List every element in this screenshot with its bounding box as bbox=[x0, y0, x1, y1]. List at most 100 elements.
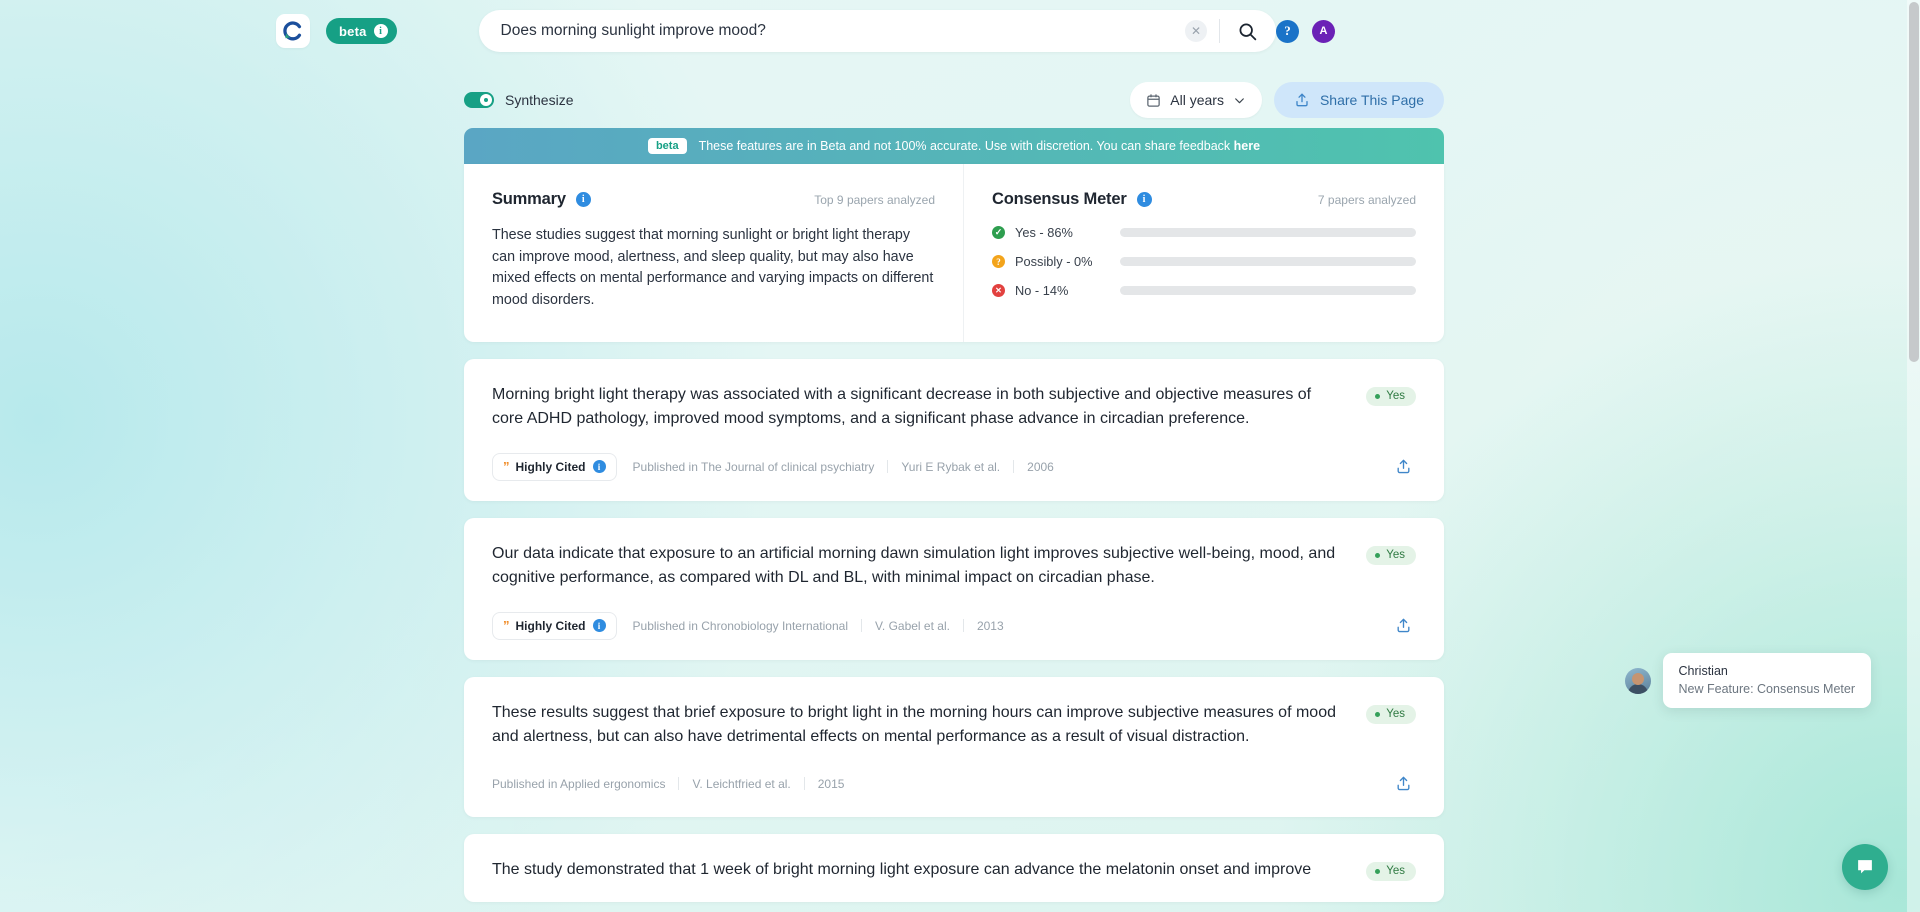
feedback-link[interactable]: here bbox=[1234, 139, 1260, 153]
beta-badge[interactable]: beta i bbox=[326, 18, 397, 44]
scrollbar-thumb[interactable] bbox=[1909, 2, 1919, 362]
result-claim: Our data indicate that exposure to an ar… bbox=[492, 544, 1336, 586]
authors: Yuri E Rybak et al. bbox=[901, 459, 1001, 474]
share-result-button[interactable] bbox=[1390, 771, 1416, 797]
share-result-button[interactable] bbox=[1390, 613, 1416, 639]
divider bbox=[678, 777, 680, 791]
verdict-label: Yes bbox=[1386, 390, 1405, 403]
highly-cited-badge[interactable]: ” Highly Cited i bbox=[492, 611, 617, 640]
synthesize-label: Synthesize bbox=[505, 92, 574, 108]
search-icon[interactable] bbox=[1234, 18, 1260, 44]
search-input[interactable] bbox=[500, 22, 1185, 40]
help-icon[interactable]: ? bbox=[1276, 19, 1299, 43]
chat-message: New Feature: Consensus Meter bbox=[1678, 682, 1855, 696]
consensus-row-no: ✕ No - 14% bbox=[992, 283, 1416, 298]
result-claim: The study demonstrated that 1 week of br… bbox=[492, 860, 1312, 878]
consensus-bar-possibly bbox=[1120, 257, 1416, 266]
verdict-label: Yes bbox=[1386, 708, 1405, 721]
divider bbox=[1219, 19, 1220, 43]
consensus-bar-no bbox=[1120, 286, 1416, 295]
result-card[interactable]: Morning bright light therapy was associa… bbox=[464, 358, 1444, 501]
result-card[interactable]: These results suggest that brief exposur… bbox=[464, 676, 1444, 817]
result-card-top: The study demonstrated that 1 week of br… bbox=[492, 858, 1416, 882]
x-circle-icon: ✕ bbox=[992, 284, 1005, 297]
journal-name: Published in Chronobiology International bbox=[632, 618, 848, 633]
insights-panel: Summary i Top 9 papers analyzed These st… bbox=[464, 164, 1444, 342]
share-result-button[interactable] bbox=[1390, 454, 1416, 480]
consensus-count: 7 papers analyzed bbox=[1317, 192, 1416, 207]
publication-year: 2015 bbox=[817, 776, 845, 791]
result-card-top: Morning bright light therapy was associa… bbox=[492, 383, 1416, 431]
beta-banner-text: These features are in Beta and not 100% … bbox=[698, 139, 1261, 153]
highly-cited-badge[interactable]: ” Highly Cited i bbox=[492, 452, 617, 481]
avatar[interactable]: A bbox=[1312, 19, 1335, 43]
result-card-meta: Published in Applied ergonomics V. Leicht… bbox=[492, 771, 1416, 797]
result-claim: These results suggest that brief exposur… bbox=[492, 703, 1336, 745]
logo-c-icon bbox=[283, 21, 302, 41]
share-this-page-label: Share This Page bbox=[1319, 92, 1424, 108]
verdict-label: Yes bbox=[1386, 865, 1405, 878]
verdict-badge: Yes bbox=[1366, 861, 1416, 881]
highly-cited-label: Highly Cited bbox=[515, 618, 586, 633]
consensus-row-possibly: ? Possibly - 0% bbox=[992, 254, 1416, 269]
info-icon[interactable]: i bbox=[592, 460, 606, 474]
main-column: Synthesize All years Share This Page bet… bbox=[464, 72, 1444, 902]
search-bar[interactable]: ✕ bbox=[478, 10, 1276, 52]
result-card-top: Our data indicate that exposure to an ar… bbox=[492, 542, 1416, 590]
result-card[interactable]: The study demonstrated that 1 week of br… bbox=[464, 833, 1444, 902]
info-icon[interactable]: i bbox=[592, 619, 606, 633]
chat-notification[interactable]: Christian New Feature: Consensus Meter bbox=[1624, 653, 1871, 708]
chat-agent-avatar bbox=[1624, 667, 1651, 694]
chat-launcher-button[interactable] bbox=[1842, 844, 1888, 890]
verdict-badge: Yes bbox=[1366, 704, 1416, 724]
year-filter-label: All years bbox=[1170, 92, 1224, 108]
result-card-meta: ” Highly Cited i Published in Chronobiology… bbox=[492, 611, 1416, 640]
share-this-page-button[interactable]: Share This Page bbox=[1273, 82, 1444, 118]
close-icon[interactable]: ✕ bbox=[1185, 20, 1207, 42]
publication-year: 2013 bbox=[976, 618, 1004, 633]
consensus-panel: Consensus Meter i 7 papers analyzed ✓ Ye… bbox=[964, 164, 1444, 342]
result-card[interactable]: Our data indicate that exposure to an ar… bbox=[464, 517, 1444, 660]
divider bbox=[803, 777, 805, 791]
divider bbox=[1013, 460, 1015, 474]
chevron-down-icon bbox=[1235, 97, 1244, 103]
divider bbox=[962, 619, 964, 633]
beta-banner-tag: beta bbox=[647, 138, 687, 154]
verdict-label: Yes bbox=[1386, 549, 1405, 562]
page-scrollbar[interactable] bbox=[1907, 0, 1920, 912]
info-icon[interactable]: i bbox=[373, 24, 388, 38]
chat-bubble-icon bbox=[1858, 860, 1872, 874]
quote-icon: ” bbox=[503, 459, 509, 475]
consensus-label-possibly: Possibly - 0% bbox=[1015, 254, 1093, 269]
highly-cited-label: Highly Cited bbox=[515, 459, 586, 474]
year-filter-dropdown[interactable]: All years bbox=[1130, 82, 1262, 118]
divider bbox=[887, 460, 889, 474]
journal-name: Published in Applied ergonomics bbox=[492, 776, 666, 791]
summary-panel: Summary i Top 9 papers analyzed These st… bbox=[464, 164, 964, 342]
summary-title: Summary bbox=[492, 190, 566, 208]
toggle-track[interactable] bbox=[464, 92, 494, 108]
toolbar-right: All years Share This Page bbox=[1130, 82, 1444, 118]
consensus-logo[interactable] bbox=[276, 14, 310, 48]
question-circle-icon: ? bbox=[992, 255, 1005, 268]
authors: V. Gabel et al. bbox=[875, 618, 950, 633]
info-icon[interactable]: i bbox=[575, 192, 591, 207]
summary-header: Summary i Top 9 papers analyzed bbox=[492, 190, 935, 209]
consensus-bar-yes bbox=[1120, 228, 1416, 237]
chat-agent-name: Christian bbox=[1678, 664, 1728, 678]
info-icon[interactable]: i bbox=[1136, 192, 1152, 207]
journal-name: Published in The Journal of clinical psy… bbox=[632, 459, 875, 474]
summary-body: These studies suggest that morning sunli… bbox=[492, 227, 934, 309]
chat-bubble[interactable]: Christian New Feature: Consensus Meter bbox=[1662, 653, 1871, 708]
synthesize-toggle[interactable]: Synthesize bbox=[464, 92, 573, 108]
results-list: Morning bright light therapy was associa… bbox=[464, 358, 1444, 902]
beta-badge-label: beta bbox=[339, 23, 367, 39]
check-circle-icon: ✓ bbox=[992, 226, 1005, 239]
consensus-label-yes: Yes - 86% bbox=[1015, 225, 1073, 240]
consensus-header: Consensus Meter i 7 papers analyzed bbox=[992, 190, 1416, 209]
result-claim: Morning bright light therapy was associa… bbox=[492, 385, 1312, 427]
divider bbox=[861, 619, 862, 633]
publication-year: 2006 bbox=[1027, 459, 1054, 474]
consensus-title: Consensus Meter bbox=[992, 190, 1127, 208]
beta-banner: beta These features are in Beta and not … bbox=[464, 128, 1444, 164]
